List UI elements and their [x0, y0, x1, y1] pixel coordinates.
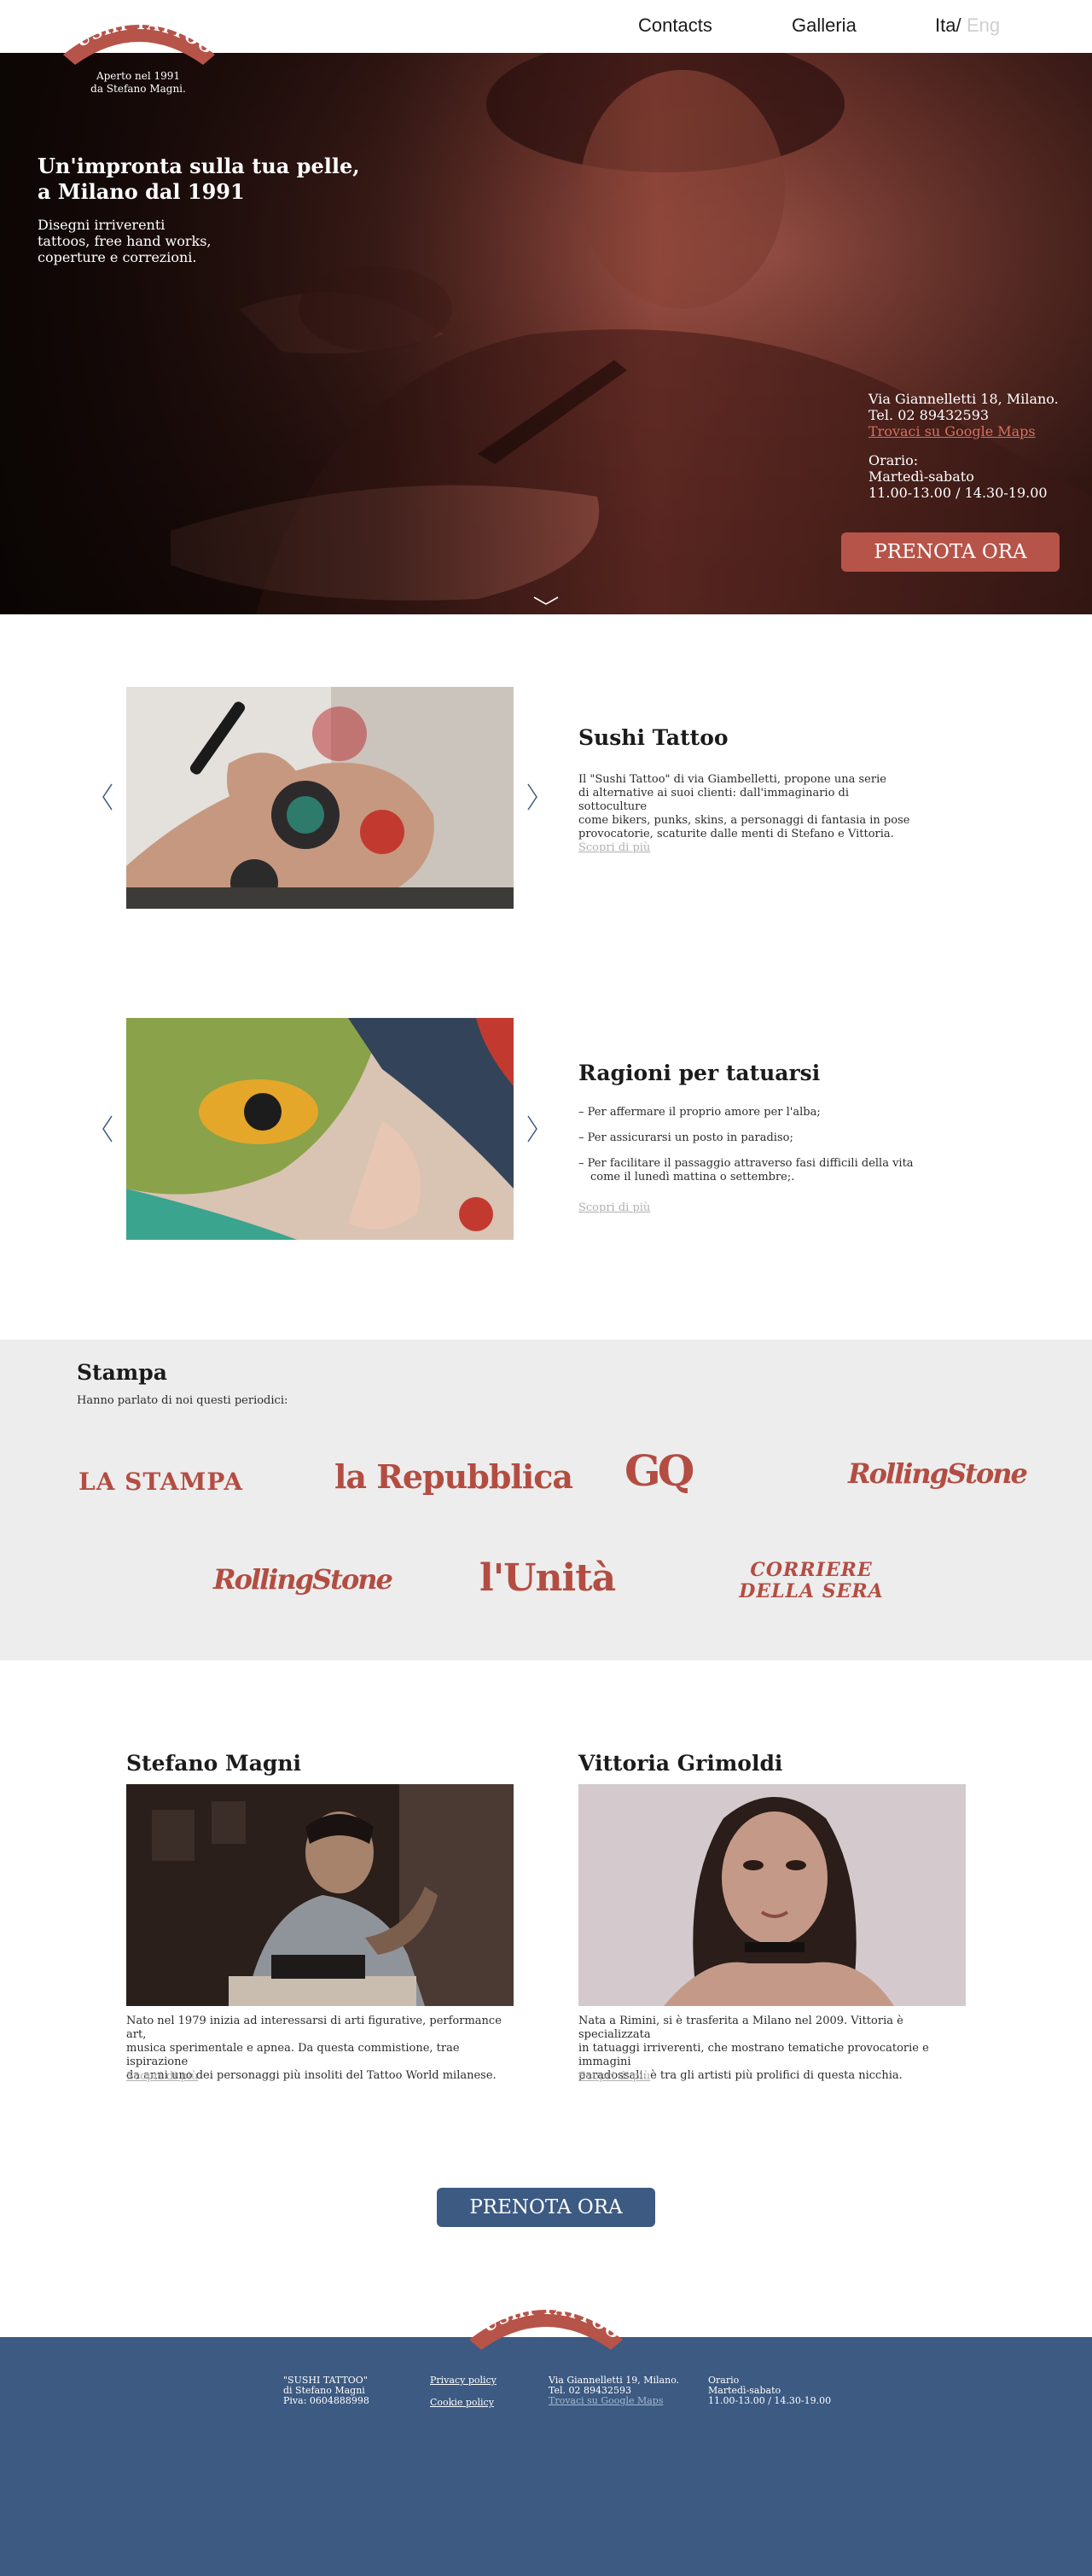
privacy-policy-link[interactable]: Privacy policy: [430, 2375, 497, 2386]
reasons-list: – Per affermare il proprio amore per l'a…: [578, 1106, 920, 1196]
tattoo-face-illustration: [126, 1018, 514, 1240]
reasons-image: [126, 1018, 514, 1240]
footer-hours-value: 11.00-13.00 / 14.30-19.00: [708, 2395, 832, 2406]
hero-subtitle: Disegni irriverenti tattoos, free hand w…: [38, 217, 225, 265]
book-now-button[interactable]: PRENOTA ORA: [841, 532, 1060, 572]
footer-contacts: Via Giannelletti 19, Milano. Tel. 02 894…: [549, 2375, 679, 2406]
cookie-policy-link[interactable]: Cookie policy: [430, 2398, 497, 2408]
hero-title: Un'impronta sulla tua pelle, a Milano da…: [38, 154, 396, 205]
press-logo-la-stampa[interactable]: LA STAMPA: [78, 1468, 243, 1496]
chevron-left-icon[interactable]: [101, 782, 114, 812]
hero-hours: 11.00-13.00 / 14.30-19.00: [868, 485, 1048, 501]
press-logo-rolling-stone[interactable]: RollingStone: [213, 1563, 393, 1596]
press-subtitle: Hanno parlato di noi questi periodici:: [77, 1394, 288, 1407]
hero-title-line: Un'impronta sulla tua pelle,: [38, 154, 360, 178]
artist-name: Vittoria Grimoldi: [578, 1751, 783, 1776]
artist-stefano-photo: [126, 1784, 514, 2006]
tagline-line: da Stefano Magni.: [90, 83, 186, 95]
corriere-line: CORRIERE: [750, 1559, 873, 1581]
list-item: – Per affermare il proprio amore per l'a…: [578, 1106, 821, 1119]
artist-more-link[interactable]: Scopri di più: [578, 2070, 650, 2083]
footer-logo[interactable]: SUSHI TATTOO: [466, 2295, 626, 2352]
hero-sub-line: coperture e correzioni.: [38, 249, 197, 265]
press-logo-gq[interactable]: GQ: [624, 1445, 694, 1496]
about-text: Il "Sushi Tattoo" di via Giambelletti, p…: [578, 773, 920, 841]
press-logo-corriere[interactable]: CORRIERE DELLA SERA: [739, 1560, 884, 1602]
nav-galleria[interactable]: Galleria: [792, 15, 857, 37]
chevron-right-icon[interactable]: [526, 782, 539, 812]
chevron-right-icon[interactable]: [526, 1114, 539, 1144]
artist-name: Stefano Magni: [126, 1751, 302, 1776]
footer-company-line: Piva: 0604888998: [283, 2395, 369, 2406]
press-section: Stampa Hanno parlato di noi questi perio…: [0, 1340, 1092, 1660]
tagline-line: Aperto nel 1991: [96, 70, 181, 82]
about-text-line: di alternative ai suoi clienti: dall'imm…: [578, 787, 850, 813]
footer-company: "SUSHI TATTOO" di Stefano Magni Piva: 06…: [283, 2375, 369, 2406]
artist-bio-line: in tatuaggi irriverenti, che mostrano te…: [578, 2042, 929, 2068]
logo[interactable]: SUSHI TATTOO: [60, 10, 218, 67]
nav-contacts[interactable]: Contacts: [638, 15, 712, 37]
about-title: Sushi Tattoo: [578, 725, 729, 750]
hero-section: Un'impronta sulla tua pelle, a Milano da…: [0, 53, 1092, 614]
logo-tagline: Aperto nel 1991 da Stefano Magni.: [78, 70, 198, 96]
hero-map-link[interactable]: Trovaci su Google Maps: [868, 423, 1073, 439]
reasons-more-link[interactable]: Scopri di più: [578, 1201, 650, 1214]
tattooed-hand-illustration: [126, 687, 514, 909]
reasons-title: Ragioni per tatuarsi: [578, 1061, 821, 1085]
artist-photo: [126, 1784, 514, 2006]
press-logo-repubblica[interactable]: la Repubblica: [334, 1457, 573, 1496]
footer-map-link[interactable]: Trovaci su Google Maps: [549, 2396, 679, 2406]
hero-sub-line: tattoos, free hand works,: [38, 233, 212, 249]
about-text-line: Il "Sushi Tattoo" di via Giambelletti, p…: [578, 773, 886, 786]
hero-days: Martedì-sabato: [868, 468, 974, 485]
chevron-down-icon[interactable]: [532, 594, 560, 608]
hero-title-line: a Milano dal 1991: [38, 179, 245, 204]
about-image: [126, 687, 514, 909]
artist-bio-line: Nata a Rimini, si è trasferita a Milano …: [578, 2015, 903, 2041]
hero-address: Via Giannelletti 18, Milano.: [868, 391, 1059, 407]
about-text-line: provocatorie, scaturite dalle menti di S…: [578, 828, 894, 840]
press-logo-unita[interactable]: l'Unità: [479, 1556, 616, 1600]
corriere-line: DELLA SERA: [739, 1580, 884, 1602]
hero-sub-line: Disegni irriverenti: [38, 217, 166, 233]
hero-hours-label: Orario:: [868, 452, 919, 468]
list-item: – Per assicurarsi un posto in paradiso;: [578, 1131, 793, 1144]
footer: [0, 2337, 1092, 2576]
footer-hours: Orario Martedì-sabato 11.00-13.00 / 14.3…: [708, 2375, 831, 2406]
book-now-button[interactable]: PRENOTA ORA: [437, 2188, 655, 2227]
artist-photo: [578, 1784, 966, 2006]
artist-more-link[interactable]: Scopri di più: [126, 2070, 198, 2083]
artist-vittoria-photo: [578, 1784, 966, 2006]
artist-bio-line: Nato nel 1979 inizia ad interessarsi di …: [126, 2015, 502, 2041]
about-more-link[interactable]: Scopri di più: [578, 841, 650, 854]
press-title: Stampa: [77, 1360, 167, 1385]
about-text-line: come bikers, punks, skins, a personaggi …: [578, 814, 910, 827]
lang-ita[interactable]: Ita/: [935, 15, 961, 37]
artist-bio-line: musica sperimentale e apnea. Da questa c…: [126, 2042, 460, 2068]
list-item: – Per facilitare il passaggio attraverso…: [578, 1157, 914, 1183]
footer-legal: Privacy policy Cookie policy: [430, 2375, 497, 2420]
hero-contact-info: Via Giannelletti 18, Milano. Tel. 02 894…: [868, 391, 1073, 501]
hero-overlay: [0, 53, 1092, 614]
chevron-left-icon[interactable]: [101, 1114, 114, 1144]
lang-eng[interactable]: Eng: [967, 15, 1000, 37]
press-logo-rolling-stone[interactable]: RollingStone: [848, 1457, 1028, 1490]
hero-phone: Tel. 02 89432593: [868, 407, 990, 423]
